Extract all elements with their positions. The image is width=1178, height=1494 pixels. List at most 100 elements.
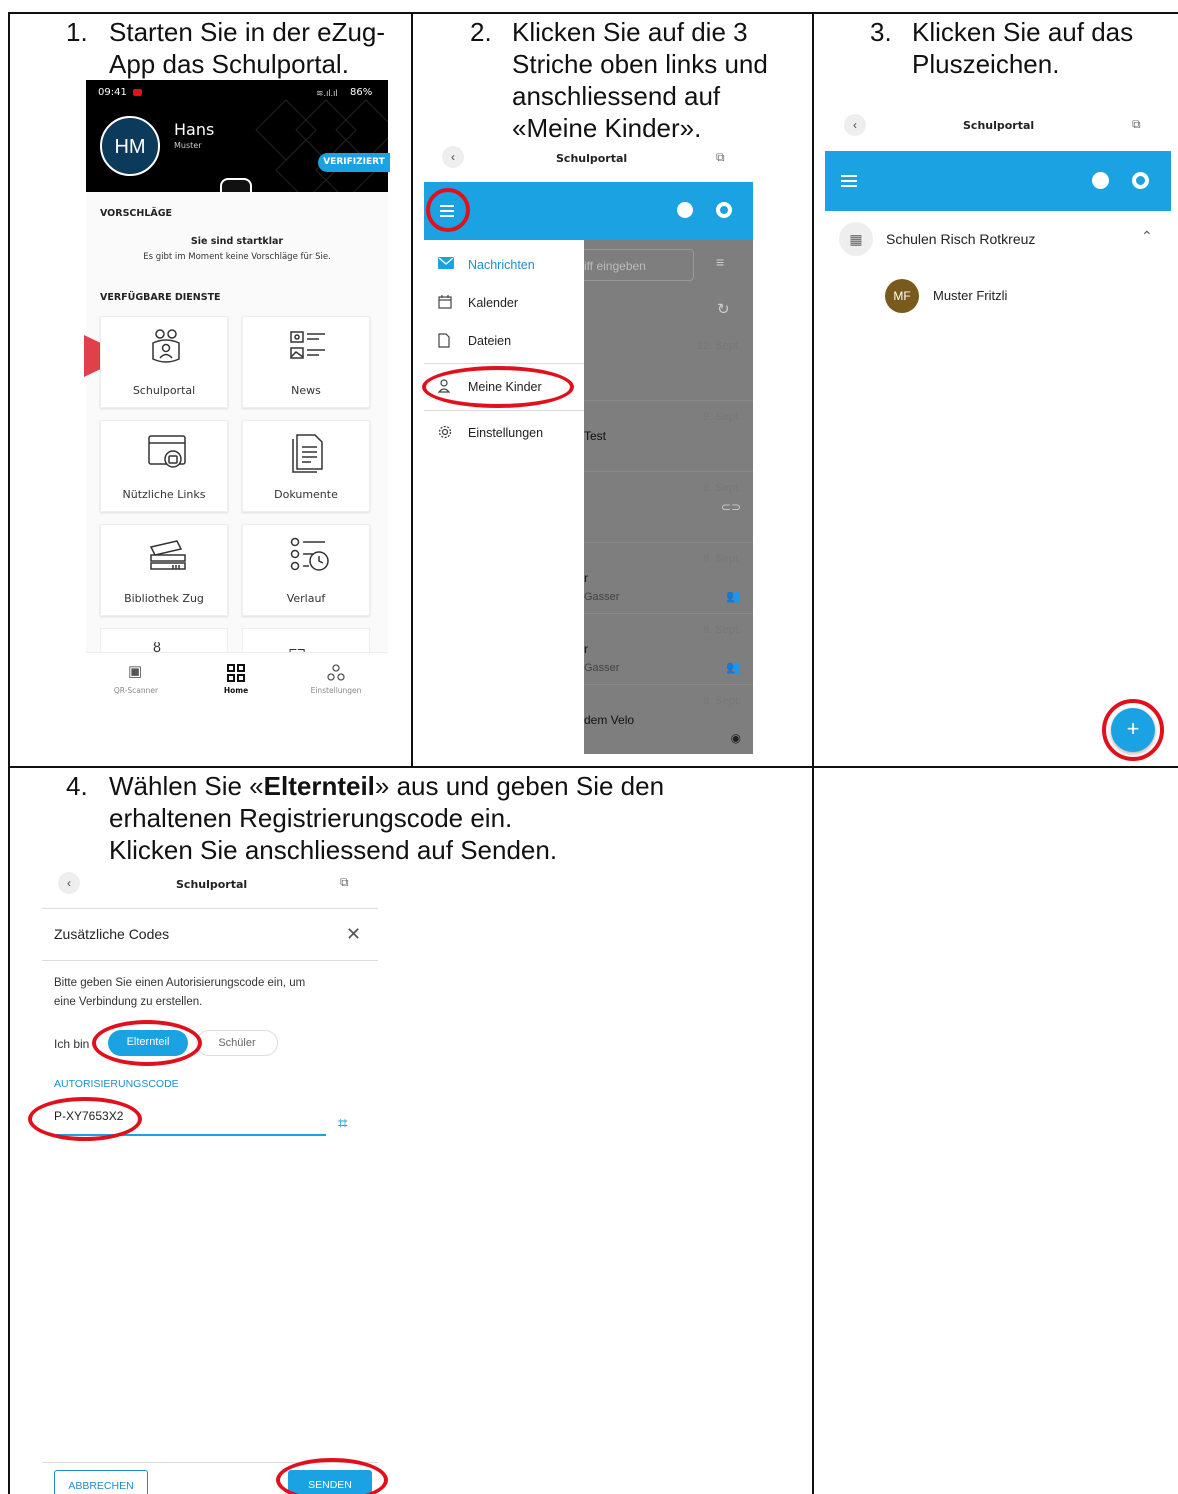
- step-number: 1.: [66, 17, 88, 47]
- tile-documents[interactable]: Dokumente: [242, 420, 370, 512]
- user-name: Hans: [174, 120, 215, 139]
- code-field-label: AUTORISIERUNGSCODE: [54, 1078, 179, 1090]
- step-number: 4.: [66, 771, 88, 801]
- message-date: 8. Sept.: [703, 624, 741, 636]
- recording-icon: [133, 89, 142, 96]
- step-text-line: Striche oben links und: [512, 49, 768, 79]
- step-text-line: Klicken Sie anschliessend auf Senden.: [109, 835, 558, 865]
- open-external-icon[interactable]: ⧉: [1132, 117, 1141, 132]
- app-bar: [424, 182, 753, 240]
- nav-home[interactable]: Home: [204, 662, 268, 698]
- search-placeholder: iff eingeben: [584, 259, 646, 273]
- nav-label: Einstellungen: [310, 686, 362, 695]
- menu-item-settings[interactable]: Einstellungen: [426, 414, 582, 452]
- school-name: Schulen Risch Rotkreuz: [886, 231, 1036, 247]
- menu-item-calendar[interactable]: Kalender: [426, 284, 582, 322]
- highlight-ring: [426, 188, 470, 232]
- tile-news[interactable]: News: [242, 316, 370, 408]
- menu-item-label: Dateien: [468, 334, 512, 348]
- qr-scan-icon[interactable]: ⌗: [338, 1114, 348, 1134]
- highlight-ring: [28, 1097, 142, 1141]
- group-icon: 👥: [726, 660, 741, 674]
- tile-useful-links[interactable]: Nützliche Links: [100, 420, 228, 512]
- books-icon: [149, 540, 186, 570]
- message-row: 9. Sept. Test: [584, 400, 753, 471]
- menu-item-messages[interactable]: Nachrichten: [426, 246, 582, 284]
- dialog-description: eine Verbindung zu erstellen.: [54, 996, 203, 1008]
- divider: [42, 960, 378, 961]
- school-group-row[interactable]: ▦ Schulen Risch Rotkreuz ⌃: [825, 218, 1171, 262]
- help-lifebuoy-icon[interactable]: [1132, 172, 1149, 189]
- signal-icon: ≋.ıl.ıl: [316, 88, 338, 98]
- step-text-line: erhaltenen Registrierungscode ein.: [109, 803, 513, 833]
- tile-library[interactable]: Bibliothek Zug: [100, 524, 228, 616]
- step-text-line: Pluszeichen.: [912, 49, 1060, 79]
- role-option-label: Schüler: [218, 1037, 256, 1049]
- step-text-line: App das Schulportal.: [109, 49, 349, 79]
- step-2-instruction: 2. Klicken Sie auf die 3 Striche oben li…: [470, 16, 800, 146]
- cancel-button[interactable]: ABBRECHEN: [54, 1470, 148, 1494]
- calendar-icon: [438, 295, 452, 309]
- step-3-instruction: 3. Klicken Sie auf das Pluszeichen.: [870, 16, 1170, 86]
- menu-divider: [424, 363, 584, 364]
- group-icon: 👥: [726, 589, 741, 603]
- tile-schulportal[interactable]: Schulportal: [100, 316, 228, 408]
- back-chevron-icon[interactable]: ‹: [442, 146, 464, 168]
- highlight-ring: [1102, 699, 1164, 761]
- verified-badge: VERIFIZIERT: [318, 153, 390, 172]
- text-segment-bold: Elternteil: [263, 771, 375, 801]
- attachment-icon: ⊂⊃: [720, 500, 741, 514]
- gear-icon: [438, 425, 452, 439]
- app-bar: [825, 151, 1171, 211]
- message-date: 8. Sept.: [703, 553, 741, 565]
- tile-label: Nützliche Links: [122, 488, 206, 501]
- open-external-icon[interactable]: ⧉: [340, 875, 349, 890]
- step-number: 2.: [470, 17, 492, 47]
- menu-item-files[interactable]: Dateien: [426, 322, 582, 360]
- message-date: 8. Sept.: [703, 482, 741, 494]
- highlight-ring: [422, 366, 574, 408]
- role-student-button[interactable]: Schüler: [196, 1030, 278, 1056]
- tile-label: Bibliothek Zug: [124, 592, 204, 605]
- tile-label: News: [291, 384, 321, 397]
- qr-scanner-icon: ▣: [128, 663, 143, 680]
- search-field: iff eingeben: [584, 249, 694, 281]
- menu-item-label: Nachrichten: [468, 258, 535, 272]
- nav-qr-scanner[interactable]: ▣ QR-Scanner: [104, 662, 168, 698]
- step-text-line: Klicken Sie auf das: [912, 17, 1134, 47]
- message-date: 9. Sept.: [703, 411, 741, 423]
- divider: [42, 908, 378, 909]
- nav-settings[interactable]: Einstellungen: [300, 662, 372, 698]
- open-external-icon[interactable]: ⧉: [716, 150, 725, 165]
- file-icon: [438, 333, 450, 348]
- envelope-icon: [438, 257, 454, 269]
- avatar[interactable]: HM: [100, 116, 160, 176]
- tile-history[interactable]: Verlauf: [242, 524, 370, 616]
- message-fragment: Gasser: [584, 662, 620, 674]
- suggestions-title: VORSCHLÄGE: [100, 208, 173, 219]
- tile-label: Schulportal: [132, 384, 196, 397]
- filter-icon: ≡: [716, 254, 725, 270]
- message-row: 8. Sept. r Gasser 👥: [584, 613, 753, 684]
- tile-label: Verlauf: [286, 592, 326, 605]
- child-list-item[interactable]: MF Muster Fritzli: [880, 278, 1160, 314]
- user-surname: Muster: [174, 141, 202, 150]
- account-icon[interactable]: [1092, 172, 1109, 189]
- close-icon[interactable]: ✕: [346, 924, 361, 945]
- dimmed-message-list: iff eingeben ≡ ↻ 12. Sept. 9. Sept. Test…: [584, 240, 753, 754]
- step-number: 3.: [870, 17, 892, 47]
- step-text-line: Starten Sie in der eZug-: [109, 17, 386, 47]
- menu-icon[interactable]: [841, 175, 857, 187]
- message-fragment: Test: [584, 429, 607, 443]
- back-chevron-icon[interactable]: ‹: [58, 872, 80, 894]
- text-segment: » aus und geben Sie den: [374, 771, 665, 801]
- battery-level: 86%: [350, 87, 373, 98]
- account-icon[interactable]: [677, 202, 693, 218]
- back-chevron-icon[interactable]: ‹: [844, 114, 866, 136]
- step-1-instruction: 1. Starten Sie in der eZug- App das Schu…: [66, 16, 406, 86]
- app-title: Schulportal: [963, 119, 1035, 132]
- help-lifebuoy-icon[interactable]: [716, 202, 732, 218]
- services-title: VERFÜGBARE DIENSTE: [100, 292, 221, 303]
- dialog-title: Zusätzliche Codes: [54, 926, 170, 942]
- menu-divider: [424, 410, 584, 411]
